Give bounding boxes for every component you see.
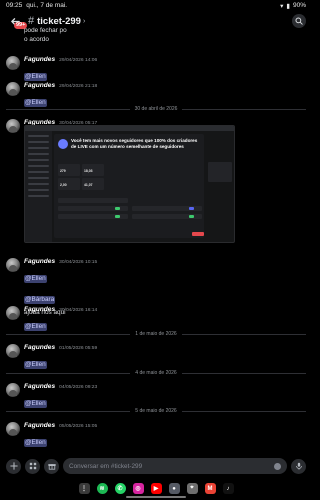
message-line: o acordo (24, 36, 49, 43)
message-feed[interactable]: pode fechar po o acordo Fagundes 29/04/20… (0, 24, 312, 448)
attachment-stat: 2,00 (60, 183, 67, 187)
user-mention[interactable]: @Bárbara (24, 296, 56, 304)
voice-message-button[interactable] (291, 458, 306, 474)
avatar[interactable] (6, 56, 20, 70)
avatar[interactable] (6, 119, 20, 133)
message-composer: Conversar em #ticket-299 (0, 455, 312, 477)
creator-icon (58, 139, 68, 149)
gift-button[interactable] (44, 458, 59, 474)
date-divider-label: 1 de maio de 2026 (135, 331, 177, 337)
message-timestamp: 29/04/2026 14:06 (59, 58, 98, 63)
message-timestamp: 04/05/2026 09:23 (59, 385, 98, 390)
instagram-icon[interactable]: ◎ (132, 483, 144, 494)
add-attachment-button[interactable] (6, 458, 21, 474)
image-attachment[interactable]: Você tem mais novos seguidores que 100% … (24, 125, 235, 243)
plus-icon (9, 462, 18, 470)
status-time: 09:25 (6, 2, 23, 9)
maps-icon[interactable]: ⌖ (186, 483, 198, 494)
user-mention[interactable]: @Ellen (24, 439, 47, 447)
continued-message: pode fechar po o acordo (24, 26, 67, 44)
apps-button[interactable] (25, 458, 40, 474)
avatar[interactable] (6, 258, 20, 272)
message-timestamp: 05/05/2026 15:05 (59, 424, 98, 429)
avatar[interactable] (6, 82, 20, 96)
message-author[interactable]: Fagundes (24, 82, 55, 89)
message-author[interactable]: Fagundes (24, 422, 55, 429)
attachment-stat: 41,07 (84, 183, 93, 187)
tiktok-icon[interactable]: ♪ (222, 483, 234, 494)
user-mention[interactable]: @Ellen (24, 275, 47, 283)
message-input[interactable]: Conversar em #ticket-299 (63, 458, 287, 474)
microphone-icon (295, 462, 302, 470)
avatar[interactable] (6, 306, 20, 320)
spotify-icon[interactable]: ≋ (96, 483, 108, 494)
date-divider: 4 de maio de 2026 (6, 369, 307, 377)
status-battery: 90% (292, 2, 306, 9)
date-divider-label: 4 de maio de 2026 (135, 370, 177, 376)
message-author[interactable]: Fagundes (24, 344, 55, 351)
message-timestamp: 29/04/2026 21:18 (59, 84, 98, 89)
youtube-icon[interactable]: ▶ (150, 483, 162, 494)
date-divider-label: 30 de abril de 2026 (134, 106, 178, 112)
gmail-icon[interactable]: M (204, 483, 216, 494)
camera-icon[interactable]: ● (168, 483, 180, 494)
wifi-icon: ▾ (280, 2, 284, 10)
attachment-stat: 279 (60, 169, 66, 173)
message-author[interactable]: Fagundes (24, 306, 55, 313)
home-handle[interactable] (126, 496, 186, 498)
user-mention[interactable]: @Ellen (24, 73, 47, 81)
navigation-bar (0, 496, 312, 500)
message-timestamp: 30/04/2026 10:15 (59, 260, 98, 265)
status-bar: 09:25 qui., 7 de mai. ▾ ▮ 90% (0, 0, 312, 11)
message-timestamp: 01/05/2026 05:59 (59, 346, 98, 351)
emoji-icon[interactable] (274, 462, 281, 470)
app-grid-icon[interactable]: ⋮ (78, 483, 90, 494)
date-divider: 1 de maio de 2026 (6, 330, 307, 338)
attachment-headline: Você tem mais novos seguidores que 100% … (71, 138, 198, 149)
apps-grid-icon (29, 462, 36, 470)
signal-icon: ▮ (286, 2, 290, 10)
message-author[interactable]: Fagundes (24, 56, 55, 63)
date-divider-label: 5 de maio de 2026 (135, 408, 177, 414)
message-input-placeholder: Conversar em #ticket-299 (69, 462, 143, 470)
avatar[interactable] (6, 344, 20, 358)
attachment-stat: 18,03 (84, 169, 93, 173)
message-timestamp: 30/04/2026 16:14 (59, 308, 98, 313)
gift-icon (47, 464, 56, 470)
date-divider: 5 de maio de 2026 (6, 407, 307, 415)
user-mention[interactable]: @Ellen (24, 361, 47, 369)
message-line: pode fechar po (24, 27, 67, 34)
whatsapp-icon[interactable]: ✆ (114, 483, 126, 494)
avatar[interactable] (6, 422, 20, 436)
message-author[interactable]: Fagundes (24, 258, 55, 265)
message-author[interactable]: Fagundes (24, 383, 55, 390)
date-divider: 30 de abril de 2026 (6, 105, 306, 113)
status-date: qui., 7 de mai. (26, 2, 68, 9)
avatar[interactable] (6, 383, 20, 397)
